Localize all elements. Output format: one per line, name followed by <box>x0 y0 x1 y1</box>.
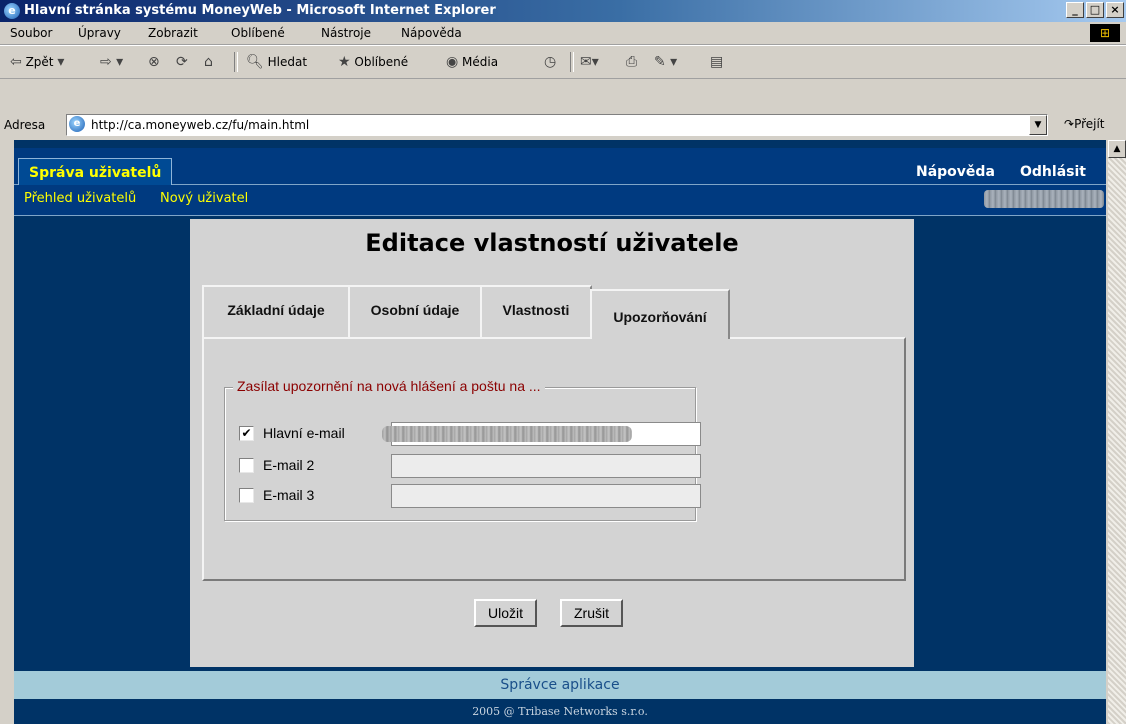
cancel-button[interactable]: Zrušit <box>560 599 623 627</box>
scroll-up-icon[interactable]: ▲ <box>1108 140 1126 158</box>
menu-bar: Soubor Úpravy Zobrazit Oblíbené Nástroje… <box>0 22 1126 45</box>
footer-copyright: 2005 @ Tribase Networks s.r.o. <box>472 705 648 718</box>
notifications-tab-content: Zasílat upozornění na nová hlášení a poš… <box>202 337 906 581</box>
search-button[interactable]: 🔍︎ Hledat <box>246 54 307 70</box>
home-button[interactable]: ⌂ <box>204 54 213 70</box>
history-button[interactable]: ◷ <box>544 54 556 70</box>
window-controls: _ □ × <box>1066 2 1124 18</box>
help-link[interactable]: Nápověda <box>916 164 995 180</box>
media-button[interactable]: ◉ Média <box>446 54 498 70</box>
back-dropdown-icon: ▾ <box>57 54 65 70</box>
tab-personal-info[interactable]: Osobní údaje <box>348 285 482 339</box>
page-icon: e <box>69 116 85 132</box>
menu-favorites[interactable]: Oblíbené <box>231 26 285 40</box>
app-header: Správa uživatelů Nápověda Odhlásit <box>14 148 1106 189</box>
notification-fieldset: Zasílat upozornění na nová hlášení a poš… <box>224 378 701 521</box>
discuss-button[interactable]: ▤ <box>710 54 723 70</box>
toolbar-separator <box>570 52 574 72</box>
email2-field[interactable] <box>391 454 701 478</box>
address-dropdown-icon[interactable]: ▼ <box>1029 115 1047 135</box>
stop-button[interactable]: ⊗ <box>148 54 160 70</box>
print-icon: ⎙ <box>626 54 638 70</box>
main-email-field[interactable] <box>382 422 701 446</box>
discuss-icon: ▤ <box>710 54 724 70</box>
edit-icon: ✎ ▾ <box>654 54 678 70</box>
menu-edit[interactable]: Úpravy <box>78 26 121 40</box>
window-title: Hlavní stránka systému MoneyWeb - Micros… <box>24 3 496 18</box>
toolbar-separator <box>234 52 238 72</box>
fieldset-legend: Zasílat upozornění na nová hlášení a poš… <box>233 378 545 394</box>
save-button[interactable]: Uložit <box>474 599 538 627</box>
email2-checkbox[interactable] <box>239 458 254 473</box>
mail-icon: ✉▾ <box>580 54 599 70</box>
footer-admin[interactable]: Správce aplikace <box>14 671 1106 699</box>
user-overview-link[interactable]: Přehled uživatelů <box>24 191 136 206</box>
back-label: Zpět <box>25 55 54 69</box>
search-icon: 🔍︎ <box>246 54 264 70</box>
search-label: Hledat <box>267 55 308 69</box>
menu-help[interactable]: Nápověda <box>401 26 462 40</box>
blurred-username <box>984 190 1104 208</box>
favorites-button[interactable]: ★ Oblíbené <box>338 54 408 70</box>
edit-user-panel: Editace vlastností uživatele Základní úd… <box>190 219 914 667</box>
maximize-button[interactable]: □ <box>1086 2 1104 18</box>
forward-button[interactable]: ⇨ ▾ <box>100 54 123 70</box>
email3-field[interactable] <box>391 484 701 508</box>
address-label: Adresa <box>4 118 46 132</box>
window-titlebar: e Hlavní stránka systému MoneyWeb - Micr… <box>0 0 1126 22</box>
main-email-label: Hlavní e-mail <box>263 425 345 441</box>
go-button[interactable]: ↷Přejít <box>1064 117 1105 131</box>
close-button[interactable]: × <box>1106 2 1124 18</box>
browser-toolbar: ⇦ Zpět ▾ ⇨ ▾ ⊗ ⟳ ⌂ 🔍︎ Hledat ★ Oblíbené … <box>0 45 1126 79</box>
forward-arrow-icon: ⇨ ▾ <box>100 54 124 70</box>
menu-view[interactable]: Zobrazit <box>148 26 198 40</box>
edit-button[interactable]: ✎ ▾ <box>654 54 677 70</box>
minimize-button[interactable]: _ <box>1066 2 1084 18</box>
page-title: Editace vlastností uživatele <box>365 229 739 257</box>
email3-checkbox[interactable] <box>239 488 254 503</box>
tab-notifications[interactable]: Upozorňování <box>590 289 730 339</box>
back-button[interactable]: ⇦ Zpět ▾ <box>10 54 64 70</box>
blurred-email <box>382 426 632 442</box>
new-user-link[interactable]: Nový uživatel <box>160 191 248 206</box>
email2-label: E-mail 2 <box>263 457 315 473</box>
go-arrow-icon: ↷ <box>1064 117 1075 131</box>
refresh-button[interactable]: ⟳ <box>176 54 188 70</box>
mail-button[interactable]: ✉▾ <box>580 54 599 70</box>
media-label: Média <box>462 55 499 69</box>
vertical-scrollbar[interactable]: ▲ <box>1108 140 1126 724</box>
sub-navigation: Přehled uživatelů Nový uživatel <box>14 185 1106 216</box>
address-input[interactable]: e http://ca.moneyweb.cz/fu/main.html ▼ <box>66 114 1048 136</box>
menu-file[interactable]: Soubor <box>10 26 52 40</box>
stop-icon: ⊗ <box>148 54 160 70</box>
logout-link[interactable]: Odhlásit <box>1020 164 1086 180</box>
favorites-icon: ★ <box>338 54 351 70</box>
refresh-icon: ⟳ <box>176 54 188 70</box>
email3-label: E-mail 3 <box>263 487 315 503</box>
back-arrow-icon: ⇦ <box>10 54 22 70</box>
ie-logo-icon: e <box>4 3 20 19</box>
go-label: Přejít <box>1074 117 1105 131</box>
print-button[interactable]: ⎙ <box>626 54 637 70</box>
tab-properties[interactable]: Vlastnosti <box>480 285 592 339</box>
form-buttons: Uložit Zrušit <box>190 599 914 629</box>
tab-basic-info[interactable]: Základní údaje <box>202 285 350 339</box>
page-viewport: Správa uživatelů Nápověda Odhlásit Přehl… <box>14 140 1106 724</box>
address-bar: Adresa e http://ca.moneyweb.cz/fu/main.h… <box>0 112 1126 138</box>
media-icon: ◉ <box>446 54 459 70</box>
main-email-checkbox[interactable]: ✔ <box>239 426 254 441</box>
address-url: http://ca.moneyweb.cz/fu/main.html <box>91 118 310 132</box>
windows-logo-icon: ⊞ <box>1090 24 1120 42</box>
favorites-label: Oblíbené <box>354 55 409 69</box>
menu-tools[interactable]: Nástroje <box>321 26 371 40</box>
home-icon: ⌂ <box>204 54 213 70</box>
history-icon: ◷ <box>544 54 557 70</box>
